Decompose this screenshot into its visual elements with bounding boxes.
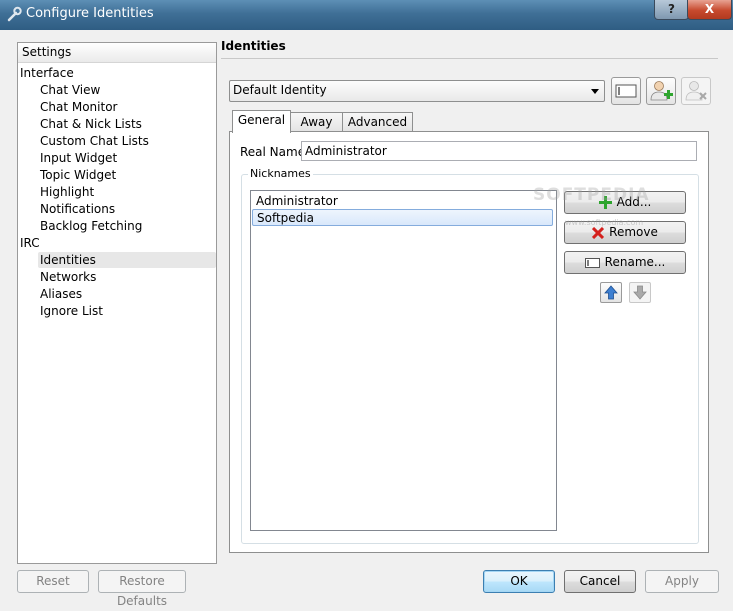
tab-general[interactable]: General	[232, 110, 291, 133]
move-down-button[interactable]	[629, 282, 651, 303]
nicknames-list[interactable]: Administrator Softpedia	[250, 190, 557, 531]
rename-nickname-button[interactable]: Rename...	[564, 251, 686, 274]
restore-defaults-button[interactable]: Restore Defaults	[98, 570, 186, 608]
tree-group-irc[interactable]: IRC	[20, 235, 40, 251]
tab-advanced[interactable]: Advanced	[342, 112, 413, 132]
tree-item-chat-monitor[interactable]: Chat Monitor	[40, 99, 117, 115]
tree-item-chat-nick-lists[interactable]: Chat & Nick Lists	[40, 116, 142, 132]
add-nickname-button[interactable]: Add...	[564, 191, 686, 214]
rename-nickname-label: Rename...	[604, 255, 666, 269]
watermark-url: www.softpedia.com	[565, 218, 644, 227]
nicknames-group-title: Nicknames	[248, 167, 313, 180]
tree-item-topic-widget[interactable]: Topic Widget	[40, 167, 116, 183]
real-name-label: Real Name:	[240, 145, 310, 159]
tree-group-interface[interactable]: Interface	[20, 65, 74, 81]
list-item[interactable]: Administrator	[252, 193, 553, 210]
arrow-down-icon	[633, 285, 647, 300]
settings-tree[interactable]: Settings Interface Chat View Chat Monito…	[17, 42, 217, 564]
move-up-button[interactable]	[600, 282, 622, 303]
tree-item-custom-chat-lists[interactable]: Custom Chat Lists	[40, 133, 149, 149]
add-nickname-label: Add...	[616, 195, 652, 209]
identity-select[interactable]: Default Identity	[229, 80, 605, 102]
reset-button[interactable]: Reset	[17, 570, 89, 593]
tree-item-networks[interactable]: Networks	[40, 269, 96, 285]
delete-identity-button[interactable]	[681, 77, 711, 105]
remove-nickname-label: Remove	[609, 225, 658, 239]
title-bar: Configure Identities ? X	[0, 0, 733, 30]
close-button[interactable]: X	[687, 0, 732, 20]
tree-item-identities[interactable]: Identities	[38, 252, 216, 268]
arrow-up-icon	[604, 285, 618, 300]
title-divider	[221, 58, 718, 59]
tree-item-notifications[interactable]: Notifications	[40, 201, 115, 217]
tree-item-highlight[interactable]: Highlight	[40, 184, 94, 200]
chevron-down-icon	[591, 89, 599, 94]
real-name-value: Administrator	[305, 144, 387, 158]
ok-button[interactable]: OK	[483, 570, 555, 593]
list-item-selected[interactable]: Softpedia	[252, 209, 553, 226]
tree-item-ignore-list[interactable]: Ignore List	[40, 303, 103, 319]
textfield-icon	[615, 84, 637, 98]
tab-away[interactable]: Away	[290, 112, 343, 132]
tree-item-backlog-fetching[interactable]: Backlog Fetching	[40, 218, 142, 234]
tree-item-aliases[interactable]: Aliases	[40, 286, 82, 302]
add-user-icon	[650, 81, 673, 101]
tree-header: Settings	[18, 43, 216, 63]
cancel-button[interactable]: Cancel	[564, 570, 636, 593]
identity-select-value: Default Identity	[233, 83, 327, 97]
plus-icon	[598, 196, 612, 209]
tree-item-chat-view[interactable]: Chat View	[40, 82, 100, 98]
tree-header-label: Settings	[22, 45, 72, 59]
help-button[interactable]: ?	[654, 0, 689, 20]
remove-user-icon	[685, 81, 707, 101]
page-title: Identities	[221, 39, 286, 53]
textfield-icon	[584, 257, 600, 268]
apply-button[interactable]: Apply	[645, 570, 719, 593]
real-name-input[interactable]: Administrator	[301, 141, 697, 161]
rename-identity-button[interactable]	[611, 77, 641, 105]
window-title: Configure Identities	[26, 6, 154, 21]
tree-item-input-widget[interactable]: Input Widget	[40, 150, 117, 166]
delete-icon	[592, 226, 605, 239]
wrench-icon	[7, 6, 22, 22]
add-identity-button[interactable]	[646, 77, 676, 105]
